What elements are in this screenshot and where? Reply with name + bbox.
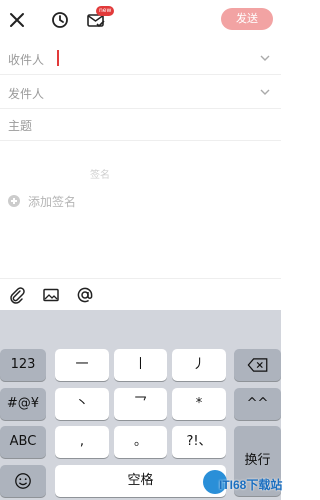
chevron-down-icon[interactable] (259, 86, 271, 98)
attachment-bar (0, 278, 281, 310)
sender-field[interactable]: 发件人 (0, 76, 281, 109)
emoji-key[interactable] (0, 465, 46, 497)
key-stroke-2[interactable]: 丨 (114, 349, 167, 381)
text-cursor (57, 50, 59, 66)
add-signature-label: 添加签名 (28, 195, 77, 209)
key-period[interactable]: 。 (114, 426, 167, 458)
plus-circle-icon (8, 195, 20, 207)
paperclip-icon[interactable] (8, 286, 26, 304)
space-key[interactable]: 空格 (55, 465, 226, 497)
key-emoticon[interactable]: ^^ (234, 388, 281, 420)
recipient-label: 收件人 (8, 53, 45, 67)
watermark-text: ITI68下载站 (219, 478, 283, 492)
send-button[interactable]: 发送 (221, 8, 273, 30)
subject-label: 主题 (8, 119, 33, 133)
at-icon[interactable] (76, 286, 94, 304)
key-stroke-3[interactable]: 丿 (172, 349, 226, 381)
emoji-icon (15, 473, 31, 489)
backspace-key[interactable] (234, 349, 281, 381)
subject-field[interactable]: 主题 (0, 108, 281, 141)
signature-title: 签名 (90, 170, 110, 181)
key-comma[interactable]: , (55, 426, 109, 458)
key-punctuation[interactable]: ?!、 (172, 426, 226, 458)
key-stroke-5[interactable]: 乛 (114, 388, 167, 420)
backspace-icon (247, 358, 267, 372)
key-stroke-4[interactable]: 丶 (55, 388, 109, 420)
top-toolbar: new 发送 (0, 0, 281, 40)
clock-icon[interactable] (50, 10, 70, 30)
key-123[interactable]: 123 (0, 349, 46, 381)
watermark: ITI68下载站 (203, 468, 283, 500)
key-stroke-1[interactable]: 一 (55, 349, 109, 381)
close-icon[interactable] (7, 10, 27, 30)
key-abc[interactable]: ABC (0, 426, 46, 458)
key-asterisk[interactable]: * (172, 388, 226, 420)
recipient-field[interactable]: 收件人 (0, 42, 281, 75)
new-badge: new (96, 6, 115, 16)
image-icon[interactable] (42, 286, 60, 304)
sender-label: 发件人 (8, 87, 45, 101)
key-symbols[interactable]: #@¥ (0, 388, 46, 420)
chevron-down-icon[interactable] (259, 52, 271, 64)
